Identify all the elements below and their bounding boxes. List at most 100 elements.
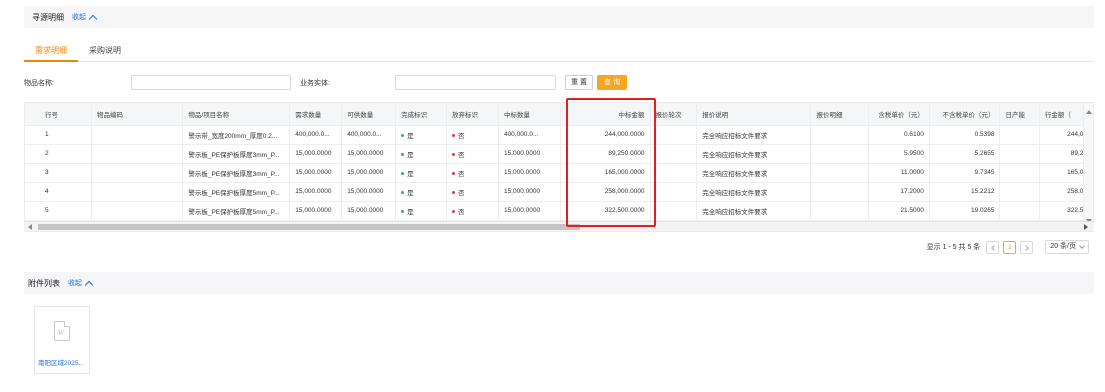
- table-row[interactable]: 1 警示带_宽度200mm_厚度0.2... 400,000.0... 400,…: [25, 125, 1093, 145]
- attachments-title: 附件列表: [28, 278, 60, 288]
- cell-quote-detail: [810, 201, 869, 221]
- cell-complete-flag: 是: [395, 182, 448, 202]
- detail-tabs: 需求明细 采购说明: [24, 42, 1094, 62]
- query-button[interactable]: 查 询: [597, 75, 627, 90]
- cell-quote-detail: [810, 163, 869, 183]
- cell-abandon-flag: 否: [446, 125, 499, 145]
- cell-price-tax: 17.2000: [868, 182, 930, 202]
- word-file-icon: W: [54, 321, 70, 341]
- horizontal-scroll-thumb[interactable]: [38, 224, 580, 230]
- cell-demand-qty: 15,000.0000: [289, 182, 343, 202]
- col-header-price-tax: 含税单价（元）: [868, 103, 930, 126]
- filter-bar: 物品名称: 业务实体: 重 置 查 询: [24, 74, 1094, 92]
- cell-quote-detail: [810, 125, 869, 145]
- tab-demand-detail[interactable]: 需求明细: [24, 42, 78, 62]
- cell-win-qty: 15,000.0000: [498, 163, 562, 183]
- table-vertical-scrollbar[interactable]: [1083, 103, 1093, 231]
- scroll-up-arrow-icon[interactable]: [1086, 110, 1092, 114]
- col-header-complete-flag: 完成标识: [395, 103, 448, 126]
- business-entity-label: 业务实体:: [300, 80, 330, 87]
- cell-line-no: 5: [25, 201, 92, 221]
- attachment-file-name[interactable]: 南阳区域2025...: [38, 357, 84, 367]
- page-number-button[interactable]: 1: [1003, 240, 1017, 254]
- cell-quote-note: 完全响应招标文件要求: [696, 201, 812, 221]
- cell-line-no: 3: [25, 163, 92, 183]
- cell-supply-qty: 400,000.0...: [341, 125, 397, 145]
- col-header-item-code: 物品编码: [91, 103, 184, 126]
- col-header-quote-detail: 报价明细: [810, 103, 869, 126]
- cell-price-tax: 0.6100: [868, 125, 930, 145]
- status-dot-green: [401, 210, 405, 214]
- complete-flag-text: 是: [407, 189, 414, 197]
- table-row[interactable]: 3 警示板_PE保护板厚度3mm_P... 15,000.0000 15,000…: [25, 163, 1093, 183]
- cell-capacity: [999, 182, 1040, 202]
- table-horizontal-scrollbar[interactable]: [24, 221, 1094, 231]
- cell-price-notax: 19.0265: [929, 201, 1001, 221]
- cell-complete-flag: 是: [395, 163, 448, 183]
- cell-item-name: 警示带_宽度200mm_厚度0.2...: [182, 125, 291, 145]
- caret-up-icon[interactable]: [84, 280, 94, 289]
- prev-page-button[interactable]: [986, 240, 1000, 254]
- cell-abandon-flag: 否: [446, 182, 499, 202]
- cell-item-name: 警示板_PE保护板厚度5mm_P...: [182, 182, 291, 202]
- item-name-input[interactable]: [131, 75, 291, 90]
- abandon-flag-text: 否: [458, 151, 465, 159]
- cell-complete-flag: 是: [395, 125, 448, 145]
- cell-capacity: [999, 201, 1040, 221]
- cell-quote-note: 完全响应招标文件要求: [696, 144, 812, 164]
- cell-item-code: [91, 163, 184, 183]
- status-dot-green: [401, 134, 405, 138]
- cell-win-amount: 322,500.0000: [560, 201, 651, 221]
- table-row[interactable]: 5 警示板_PE保护板厚度5mm_P... 15,000.0000 15,000…: [25, 201, 1093, 221]
- caret-up-icon[interactable]: [88, 14, 98, 23]
- table-row[interactable]: 4 警示板_PE保护板厚度5mm_P... 15,000.0000 15,000…: [25, 182, 1093, 202]
- business-entity-input[interactable]: [395, 75, 556, 90]
- cell-demand-qty: 15,000.0000: [289, 144, 343, 164]
- cell-win-amount: 89,250.0000: [560, 144, 651, 164]
- col-header-supply-qty: 可供数量: [341, 103, 397, 126]
- status-dot-red: [452, 153, 456, 157]
- status-dot-red: [452, 134, 456, 138]
- tab-purchase-note[interactable]: 采购说明: [78, 42, 132, 62]
- col-header-price-notax: 不含税单价（元）: [929, 103, 1001, 126]
- cell-quote-round: [650, 144, 698, 164]
- next-page-button[interactable]: [1020, 240, 1034, 254]
- complete-flag-text: 是: [407, 132, 414, 140]
- complete-flag-text: 是: [407, 208, 414, 216]
- pagination-info: 显示 1 - 5 共 5 条: [926, 244, 981, 251]
- cell-supply-qty: 15,000.0000: [341, 182, 397, 202]
- col-header-abandon-flag: 放弃标识: [446, 103, 499, 126]
- col-header-item-name: 物品/项目名称: [182, 103, 291, 126]
- table-row[interactable]: 2 警示板_PE保护板厚度3mm_P... 15,000.0000 15,000…: [25, 144, 1093, 164]
- page-size-select[interactable]: 20 条/页: [1045, 240, 1089, 254]
- table-header-row: 行号 物品编码 物品/项目名称 需求数量 可供数量 完成标识 放弃标识 中标数量…: [25, 103, 1093, 126]
- cell-item-code: [91, 125, 184, 145]
- cell-quote-detail: [810, 182, 869, 202]
- cell-win-amount: 258,000.0000: [560, 182, 651, 202]
- cell-demand-qty: 400,000.0...: [289, 125, 343, 145]
- col-header-quote-round: 报价轮次: [650, 103, 698, 126]
- source-detail-header: 寻源明细 收起: [24, 6, 1094, 28]
- cell-abandon-flag: 否: [446, 201, 499, 221]
- attachment-file-card[interactable]: W 南阳区域2025...: [34, 306, 90, 374]
- cell-line-no: 1: [25, 125, 92, 145]
- cell-win-qty: 15,000.0000: [498, 144, 562, 164]
- status-dot-red: [452, 210, 456, 214]
- col-header-demand-qty: 需求数量: [289, 103, 343, 126]
- status-dot-red: [452, 191, 456, 195]
- reset-button[interactable]: 重 置: [565, 75, 593, 90]
- cell-item-name: 警示板_PE保护板厚度3mm_P...: [182, 163, 291, 183]
- complete-flag-text: 是: [407, 170, 414, 178]
- cell-demand-qty: 15,000.0000: [289, 201, 343, 221]
- cell-item-name: 警示板_PE保护板厚度5mm_P...: [182, 201, 291, 221]
- status-dot-green: [401, 153, 405, 157]
- chevron-down-icon: [1079, 243, 1085, 249]
- col-header-capacity: 日产能: [999, 103, 1040, 126]
- source-detail-collapse-link[interactable]: 收起: [72, 12, 86, 22]
- attachments-collapse-link[interactable]: 收起: [68, 278, 82, 288]
- chevron-left-icon: [991, 244, 998, 251]
- scroll-right-arrow-icon[interactable]: [1084, 224, 1088, 230]
- scroll-left-arrow-icon[interactable]: [28, 224, 32, 230]
- cell-price-notax: 9.7345: [929, 163, 1001, 183]
- cell-quote-note: 完全响应招标文件要求: [696, 163, 812, 183]
